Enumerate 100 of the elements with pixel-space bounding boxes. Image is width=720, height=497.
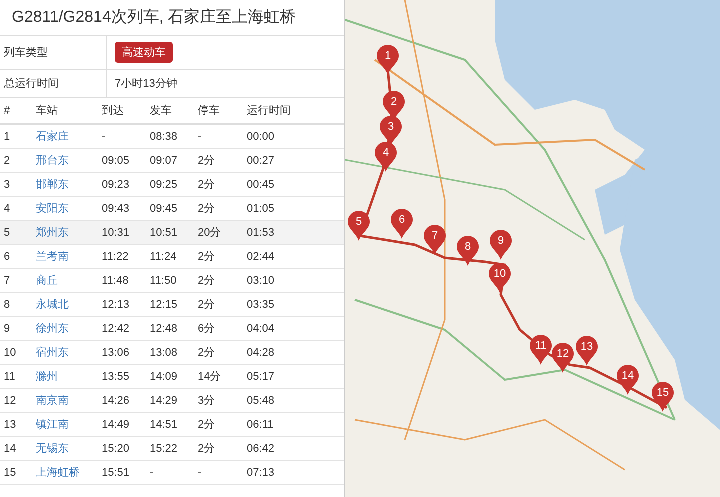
table-cell: 13 [0,412,32,436]
table-cell: 3 [0,172,32,196]
table-cell: 14:49 [98,412,146,436]
table-cell: 04:28 [243,340,344,364]
table-cell: 12 [0,388,32,412]
table-row[interactable]: 8 永城北 12:13 12:15 2分 03:35 [0,292,344,316]
table-cell: 09:23 [98,172,146,196]
column-header: 车站 [32,98,98,124]
table-cell: 15:51 [98,460,146,484]
table-cell: 5 [0,220,32,244]
table-row[interactable]: 7 商丘 11:48 11:50 2分 03:10 [0,268,344,292]
table-cell: 15 [0,460,32,484]
station-link[interactable]: 无锡东 [36,443,69,455]
table-cell: 6分 [194,316,243,340]
table-row[interactable]: 6 兰考南 11:22 11:24 2分 02:44 [0,244,344,268]
table-cell: 2分 [194,172,243,196]
table-cell: 14 [0,436,32,460]
table-cell: 6 [0,244,32,268]
table-cell: 2分 [194,436,243,460]
table-cell: - [194,124,243,148]
table-cell: 12:15 [146,292,194,316]
table-cell: 01:53 [243,220,344,244]
table-cell: 09:07 [146,148,194,172]
table-row[interactable]: 13 镇江南 14:49 14:51 2分 06:11 [0,412,344,436]
table-cell: 2分 [194,340,243,364]
table-cell: 14:26 [98,388,146,412]
table-cell: - [98,124,146,148]
table-cell: 04:04 [243,316,344,340]
table-cell: 14分 [194,364,243,388]
table-cell: 11 [0,364,32,388]
table-cell: 14:51 [146,412,194,436]
column-header: 停车 [194,98,243,124]
station-link[interactable]: 石家庄 [36,131,69,143]
station-link[interactable]: 安阳东 [36,203,69,215]
table-cell: 13:06 [98,340,146,364]
station-link[interactable]: 永城北 [36,299,69,311]
table-cell: 1 [0,124,32,148]
table-cell: 06:11 [243,412,344,436]
table-cell: 03:10 [243,268,344,292]
info-value: 7小时13分钟 [115,77,178,91]
table-cell: 10:51 [146,220,194,244]
table-cell: 2分 [194,148,243,172]
table-cell: 11:22 [98,244,146,268]
table-cell: 2分 [194,244,243,268]
table-row[interactable]: 3 邯郸东 09:23 09:25 2分 00:45 [0,172,344,196]
table-cell: 12:42 [98,316,146,340]
table-row[interactable]: 15 上海虹桥 15:51 - - 07:13 [0,460,344,484]
train-title: G2811/G2814次列车, 石家庄至上海虹桥 [0,0,344,36]
table-row[interactable]: 5 郑州东 10:31 10:51 20分 01:53 [0,220,344,244]
table-cell: 14:29 [146,388,194,412]
station-link[interactable]: 兰考南 [36,251,69,263]
info-label: 列车类型 [0,36,107,69]
table-cell: 3分 [194,388,243,412]
table-cell: 14:09 [146,364,194,388]
table-cell: 10 [0,340,32,364]
station-link[interactable]: 商丘 [36,275,58,287]
table-row[interactable]: 2 邢台东 09:05 09:07 2分 00:27 [0,148,344,172]
table-cell: 07:13 [243,460,344,484]
table-cell: 00:27 [243,148,344,172]
table-cell: 02:44 [243,244,344,268]
station-link[interactable]: 上海虹桥 [36,467,80,479]
table-cell: 7 [0,268,32,292]
table-cell: 03:35 [243,292,344,316]
station-link[interactable]: 邯郸东 [36,179,69,191]
station-link[interactable]: 宿州东 [36,347,69,359]
table-row[interactable]: 9 徐州东 12:42 12:48 6分 04:04 [0,316,344,340]
station-link[interactable]: 镇江南 [36,419,69,431]
station-link[interactable]: 郑州东 [36,227,69,239]
train-type-badge: 高速动车 [115,42,173,63]
table-cell: 12:48 [146,316,194,340]
table-cell: 11:24 [146,244,194,268]
table-cell: 2分 [194,268,243,292]
table-cell: 20分 [194,220,243,244]
table-cell: 13:55 [98,364,146,388]
table-cell: 15:22 [146,436,194,460]
table-cell: 15:20 [98,436,146,460]
table-row[interactable]: 10 宿州东 13:06 13:08 2分 04:28 [0,340,344,364]
table-cell: - [146,460,194,484]
table-cell: 09:05 [98,148,146,172]
table-row[interactable]: 14 无锡东 15:20 15:22 2分 06:42 [0,436,344,460]
table-cell: 09:25 [146,172,194,196]
station-link[interactable]: 邢台东 [36,155,69,167]
table-cell: 13:08 [146,340,194,364]
table-cell: 00:45 [243,172,344,196]
info-label: 总运行时间 [0,70,107,97]
table-cell: 11:50 [146,268,194,292]
table-cell: 00:00 [243,124,344,148]
table-cell: 06:42 [243,436,344,460]
table-cell: 11:48 [98,268,146,292]
table-row[interactable]: 12 南京南 14:26 14:29 3分 05:48 [0,388,344,412]
station-link[interactable]: 南京南 [36,395,69,407]
table-row[interactable]: 11 滁州 13:55 14:09 14分 05:17 [0,364,344,388]
station-link[interactable]: 滁州 [36,371,58,383]
table-cell: 9 [0,316,32,340]
table-cell: 8 [0,292,32,316]
table-cell: 2 [0,148,32,172]
station-link[interactable]: 徐州东 [36,323,69,335]
table-row[interactable]: 1 石家庄 - 08:38 - 00:00 [0,124,344,148]
table-cell: - [194,460,243,484]
column-header: 到达 [98,98,146,124]
